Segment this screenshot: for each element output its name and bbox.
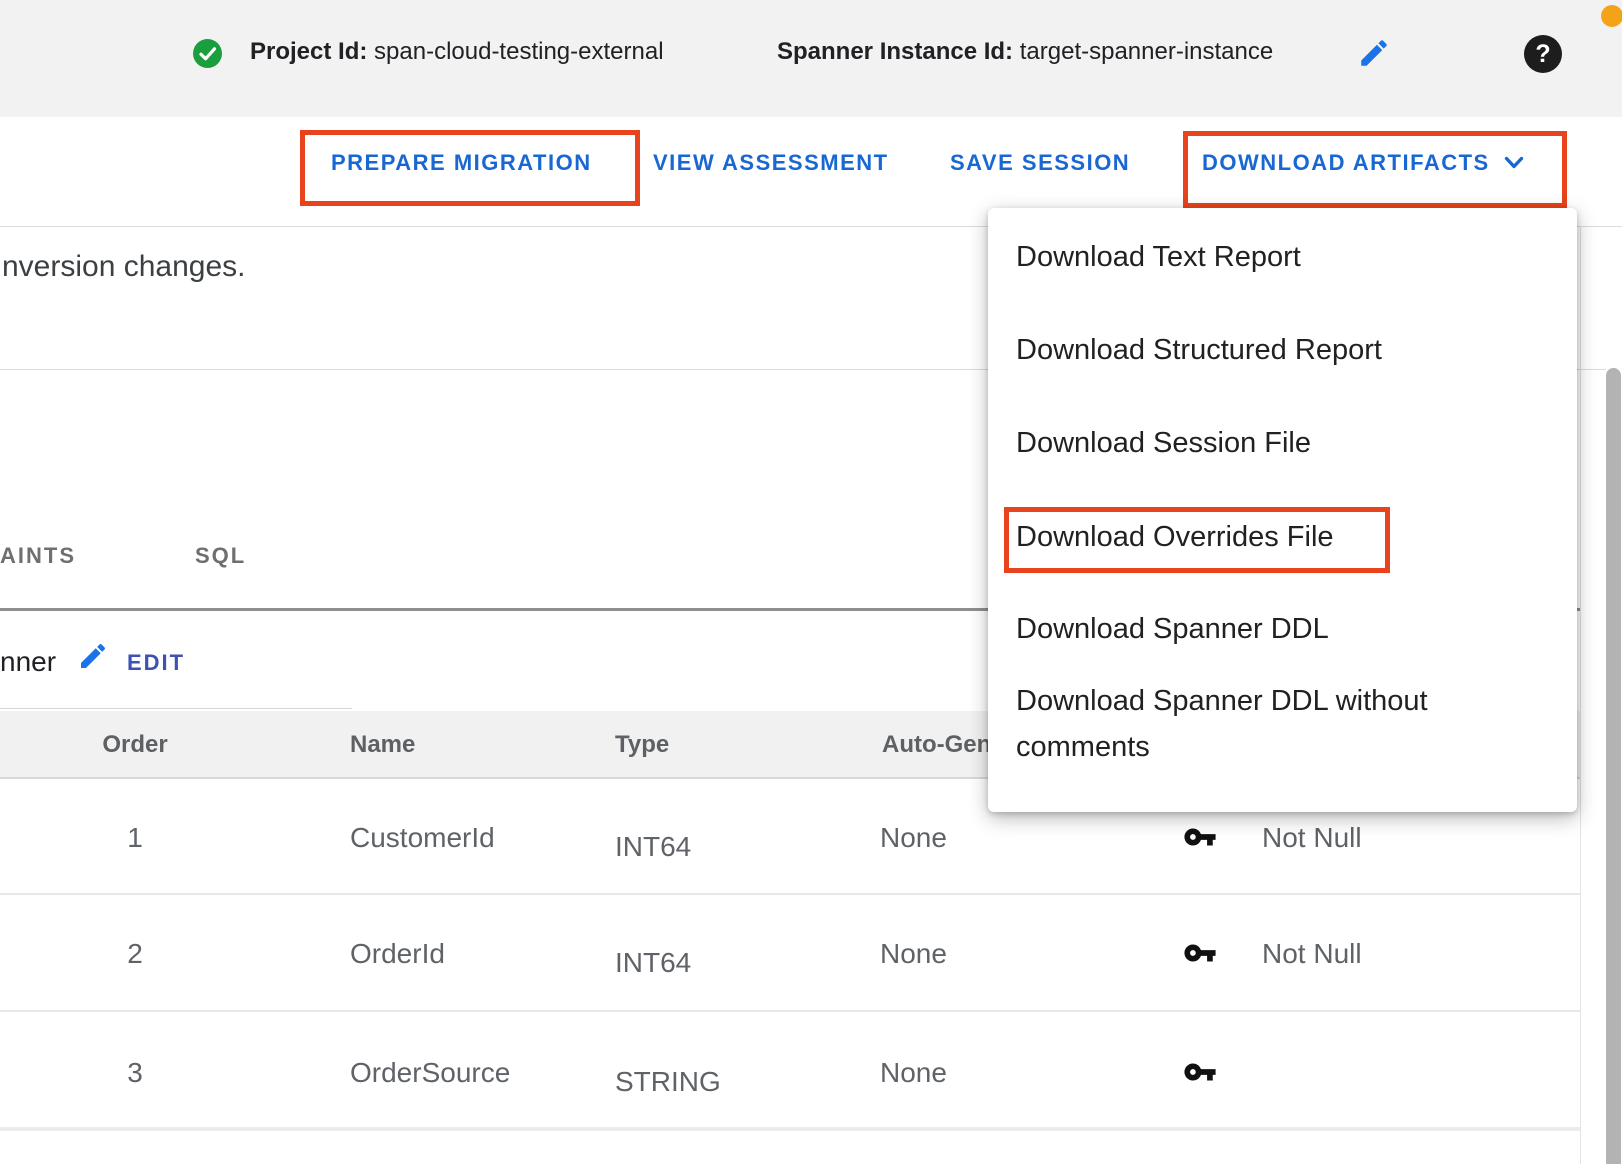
content-right-border (1580, 226, 1581, 1164)
vertical-scrollbar[interactable] (1606, 368, 1621, 1164)
pencil-icon (77, 640, 109, 672)
row-divider (0, 1010, 1580, 1012)
cell-autogen: None (880, 938, 947, 970)
cell-constraint: Not Null (1262, 822, 1362, 854)
save-session-button[interactable]: SAVE SESSION (950, 148, 1130, 178)
cell-name: OrderSource (350, 1057, 510, 1089)
primary-key-icon (1183, 936, 1217, 970)
project-id-label: Project Id: (250, 38, 367, 65)
app-window: Project Id: span-cloud-testing-external … (0, 0, 1622, 1164)
menu-item-download-spanner-ddl-without-comments[interactable]: Download Spanner DDL without comments (1016, 678, 1486, 770)
cell-type-dropdown[interactable]: STRING (615, 1066, 721, 1098)
edit-link[interactable]: EDIT (127, 650, 185, 676)
project-id-value: span-cloud-testing-external (374, 38, 664, 65)
top-header: Project Id: span-cloud-testing-external … (0, 0, 1622, 117)
cell-name: CustomerId (350, 822, 495, 854)
cell-autogen: None (880, 1057, 947, 1089)
menu-item-download-spanner-ddl[interactable]: Download Spanner DDL (1016, 613, 1329, 646)
instance-id-text: Spanner Instance Id: target-spanner-inst… (777, 38, 1273, 66)
table-bottom-divider (0, 1127, 1580, 1131)
help-button[interactable]: ? (1524, 35, 1562, 73)
download-artifacts-label: DOWNLOAD ARTIFACTS (1202, 150, 1490, 176)
edit-table-button[interactable] (77, 640, 109, 675)
cell-order: 3 (80, 1057, 190, 1089)
pencil-icon (1357, 36, 1391, 70)
menu-item-download-structured-report[interactable]: Download Structured Report (1016, 334, 1382, 367)
cell-type-dropdown[interactable]: INT64 (615, 831, 691, 863)
cell-type-dropdown[interactable]: INT64 (615, 947, 691, 979)
menu-item-download-text-report[interactable]: Download Text Report (1016, 241, 1301, 274)
notification-dot (1601, 5, 1622, 27)
cell-autogen: None (880, 822, 947, 854)
instance-id-value: target-spanner-instance (1020, 38, 1273, 65)
menu-item-download-overrides-file[interactable]: Download Overrides File (1016, 521, 1334, 554)
edit-row-underline (0, 708, 352, 709)
view-assessment-button[interactable]: VIEW ASSESSMENT (653, 148, 889, 178)
cell-order: 2 (80, 938, 190, 970)
column-header-order: Order (80, 731, 190, 759)
success-check-icon (193, 39, 222, 68)
column-header-name: Name (350, 731, 415, 759)
cell-order: 1 (80, 822, 190, 854)
tab-sql[interactable]: SQL (195, 543, 246, 569)
truncated-body-text: nversion changes. (2, 250, 246, 284)
primary-key-icon (1183, 1055, 1217, 1089)
menu-item-download-session-file[interactable]: Download Session File (1016, 427, 1311, 460)
primary-key-icon (1183, 820, 1217, 854)
instance-id-label: Spanner Instance Id: (777, 38, 1013, 65)
row-divider (0, 893, 1580, 895)
prepare-migration-button[interactable]: PREPARE MIGRATION (331, 148, 592, 178)
edit-instance-button[interactable] (1357, 36, 1391, 73)
project-id-text: Project Id: span-cloud-testing-external (250, 38, 664, 66)
column-header-type: Type (615, 731, 669, 759)
tab-constraints[interactable]: AINTS (0, 543, 76, 569)
chevron-down-icon (1504, 156, 1524, 170)
cell-constraint: Not Null (1262, 938, 1362, 970)
download-artifacts-button[interactable]: DOWNLOAD ARTIFACTS (1202, 148, 1524, 178)
table-name-fragment: nner (0, 646, 56, 678)
cell-name: OrderId (350, 938, 445, 970)
download-artifacts-menu: Download Text Report Download Structured… (988, 208, 1577, 812)
